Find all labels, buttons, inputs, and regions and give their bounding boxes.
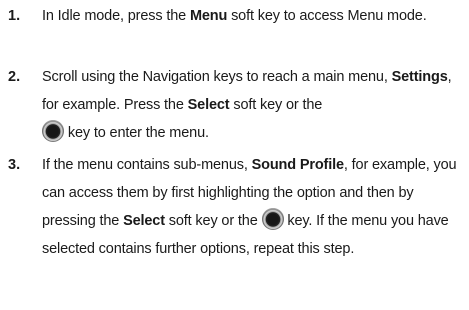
step-number: 1. (8, 8, 21, 24)
step-text: If the menu contains sub-menus, Sound Pr… (42, 157, 457, 257)
sound-profile-label: Sound Profile (251, 157, 344, 173)
select-soft-key-label: Select (123, 213, 165, 229)
menu-soft-key-label: Menu (189, 8, 228, 24)
select-key-icon (42, 120, 64, 142)
settings-menu-label: Settings (391, 69, 448, 85)
step-2: 2. Scroll using the Navigation keys to r… (0, 63, 463, 147)
instruction-list: 1. In Idle mode, press the Menu soft key… (0, 0, 469, 310)
step-text: In Idle mode, press the Menu soft key to… (42, 8, 427, 24)
step-number: 3. (8, 157, 21, 173)
step-3: 3. If the menu contains sub-menus, Sound… (0, 151, 463, 263)
step-text: Scroll using the Navigation keys to reac… (42, 69, 452, 142)
step-number: 2. (8, 69, 21, 85)
step-1: 1. In Idle mode, press the Menu soft key… (0, 2, 463, 30)
select-soft-key-label: Select (187, 97, 230, 113)
select-key-icon (261, 208, 284, 230)
